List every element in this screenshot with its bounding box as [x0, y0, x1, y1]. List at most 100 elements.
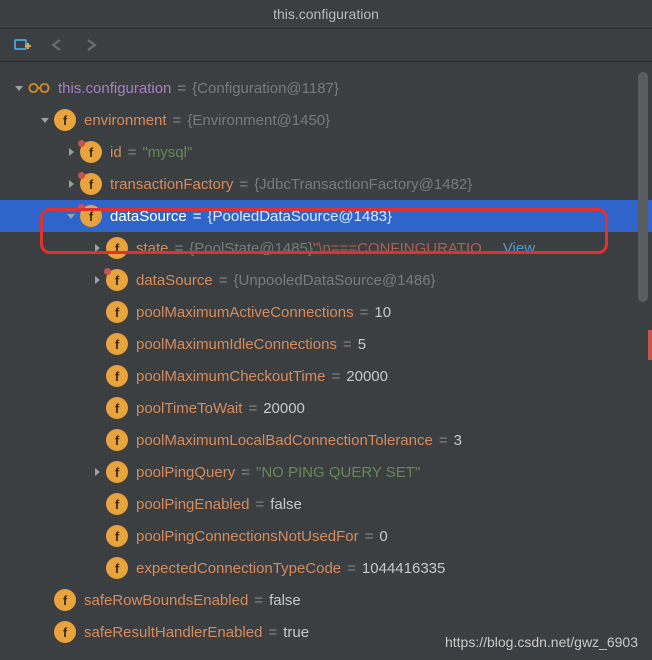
tree-row[interactable]: fid="mysql"	[0, 136, 652, 168]
field-value: false	[269, 592, 301, 609]
field-value: {Configuration@1187}	[192, 80, 339, 97]
field-value: {PooledDataSource@1483}	[208, 208, 393, 225]
tree-row[interactable]: f poolMaximumCheckoutTime = 20000	[0, 360, 652, 392]
field-value: 20000	[263, 400, 305, 417]
field-value: 10	[374, 304, 391, 321]
field-name: poolMaximumLocalBadConnectionTolerance	[136, 432, 433, 449]
equals-sign: =	[241, 464, 250, 481]
field-name: dataSource	[136, 272, 213, 289]
expand-arrow-icon[interactable]	[88, 274, 106, 286]
tree-row[interactable]: f safeRowBoundsEnabled = false	[0, 584, 652, 616]
field-name: poolPingQuery	[136, 464, 235, 481]
expand-arrow-icon[interactable]	[10, 82, 28, 94]
marker-stripe	[648, 330, 652, 360]
tree-row[interactable]: f environment = {Environment@1450}	[0, 104, 652, 136]
field-icon: f	[106, 301, 128, 323]
field-name: state	[136, 240, 169, 257]
field-icon: f	[106, 493, 128, 515]
field-icon: f	[54, 109, 76, 131]
field-value: "NO PING QUERY SET"	[256, 464, 420, 481]
tree-row[interactable]: fdataSource={PooledDataSource@1483}	[0, 200, 652, 232]
watch-icon	[28, 77, 50, 99]
equals-sign: =	[239, 176, 248, 193]
field-value: {UnpooledDataSource@1486}	[234, 272, 436, 289]
equals-sign: =	[343, 336, 352, 353]
expand-arrow-icon[interactable]	[62, 146, 80, 158]
tree-row[interactable]: fdataSource={UnpooledDataSource@1486}	[0, 264, 652, 296]
field-icon: f	[106, 365, 128, 387]
window-title: this.configuration	[0, 0, 652, 29]
tree-row[interactable]: f expectedConnectionTypeCode = 1044416335	[0, 552, 652, 584]
equals-sign: =	[360, 304, 369, 321]
field-name: this.configuration	[58, 80, 171, 97]
tree-row[interactable]: f poolTimeToWait = 20000	[0, 392, 652, 424]
expand-arrow-icon[interactable]	[62, 210, 80, 222]
tree-row[interactable]: ftransactionFactory={JdbcTransactionFact…	[0, 168, 652, 200]
equals-sign: =	[128, 144, 137, 161]
field-name: expectedConnectionTypeCode	[136, 560, 341, 577]
field-name: poolMaximumActiveConnections	[136, 304, 354, 321]
equals-sign: =	[254, 592, 263, 609]
field-name: safeRowBoundsEnabled	[84, 592, 248, 609]
new-watch-icon[interactable]	[14, 37, 32, 53]
tree-row[interactable]: this.configuration = {Configuration@1187}	[0, 72, 652, 104]
field-name: poolPingConnectionsNotUsedFor	[136, 528, 359, 545]
forward-icon[interactable]	[82, 38, 100, 52]
equals-sign: =	[365, 528, 374, 545]
field-icon: f	[106, 557, 128, 579]
equals-sign: =	[193, 208, 202, 225]
field-name: environment	[84, 112, 167, 129]
equals-sign: =	[268, 624, 277, 641]
variables-tree[interactable]: this.configuration={Configuration@1187}f…	[0, 62, 652, 648]
field-icon: f	[54, 589, 76, 611]
tree-row[interactable]: fpoolMaximumIdleConnections=5	[0, 328, 652, 360]
field-value: {PoolState@1485}	[189, 240, 313, 257]
tree-row[interactable]: f poolMaximumLocalBadConnectionTolerance =…	[0, 424, 652, 456]
field-value-extra: "\n===CONFINGURATIO…	[313, 240, 497, 257]
equals-sign: =	[173, 112, 182, 129]
field-icon: f	[106, 333, 128, 355]
field-name: poolMaximumCheckoutTime	[136, 368, 326, 385]
field-value: {Environment@1450}	[187, 112, 330, 129]
field-value: "mysql"	[142, 144, 192, 161]
field-name: poolTimeToWait	[136, 400, 242, 417]
equals-sign: =	[332, 368, 341, 385]
equals-sign: =	[439, 432, 448, 449]
equals-sign: =	[177, 80, 186, 97]
field-icon: f	[106, 461, 128, 483]
field-name: transactionFactory	[110, 176, 233, 193]
field-icon: f	[54, 621, 76, 643]
field-value: 3	[454, 432, 462, 449]
back-icon[interactable]	[48, 38, 66, 52]
equals-sign: =	[248, 400, 257, 417]
tree-row[interactable]: f poolPingEnabled = false	[0, 488, 652, 520]
field-value: {JdbcTransactionFactory@1482}	[254, 176, 472, 193]
field-icon: f	[106, 525, 128, 547]
expand-arrow-icon[interactable]	[88, 242, 106, 254]
field-name: id	[110, 144, 122, 161]
expand-arrow-icon[interactable]	[62, 178, 80, 190]
field-value: 1044416335	[362, 560, 445, 577]
field-icon: f	[106, 397, 128, 419]
field-name: dataSource	[110, 208, 187, 225]
tree-row[interactable]: fstate={PoolState@1485} "\n===CONFINGURA…	[0, 232, 652, 264]
equals-sign: =	[255, 496, 264, 513]
field-icon: f	[106, 429, 128, 451]
field-value: false	[270, 496, 302, 513]
field-value: 5	[358, 336, 366, 353]
vertical-scrollbar[interactable]	[638, 72, 648, 302]
field-value: true	[283, 624, 309, 641]
tree-row[interactable]: f poolMaximumActiveConnections = 10	[0, 296, 652, 328]
field-value: 20000	[346, 368, 388, 385]
view-link[interactable]: View	[503, 240, 535, 257]
tree-row[interactable]: fpoolPingConnectionsNotUsedFor=0	[0, 520, 652, 552]
tree-row[interactable]: f poolPingQuery = "NO PING QUERY SET"	[0, 456, 652, 488]
equals-sign: =	[347, 560, 356, 577]
expand-arrow-icon[interactable]	[88, 466, 106, 478]
watermark-text: https://blog.csdn.net/gwz_6903	[445, 634, 638, 650]
expand-arrow-icon[interactable]	[36, 114, 54, 126]
field-name: safeResultHandlerEnabled	[84, 624, 262, 641]
equals-sign: =	[219, 272, 228, 289]
equals-sign: =	[175, 240, 184, 257]
field-name: poolPingEnabled	[136, 496, 249, 513]
